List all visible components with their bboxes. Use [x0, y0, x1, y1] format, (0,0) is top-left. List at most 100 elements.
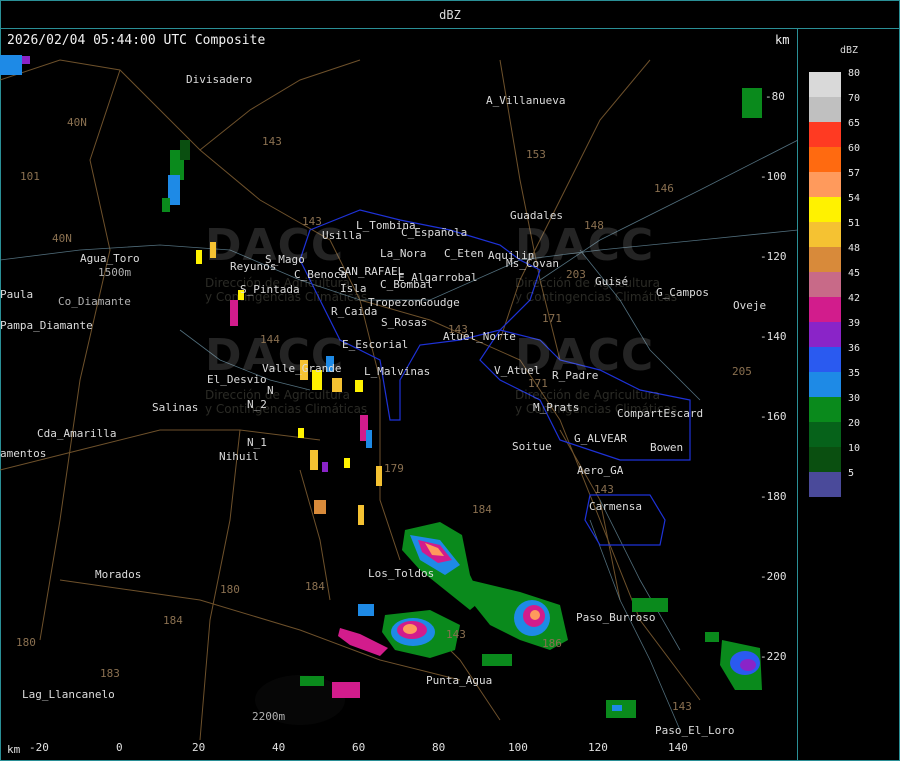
- place-label: Paso_El_Loro: [655, 724, 735, 737]
- place-label: Co_Diamante: [58, 295, 131, 308]
- place-label: N_2: [247, 398, 267, 411]
- route-number: 143: [594, 483, 614, 496]
- place-label: Guadales: [510, 209, 563, 222]
- y-tick-label: -200: [760, 570, 787, 583]
- x-tick-label: 80: [432, 741, 446, 754]
- legend-value-label: 60: [848, 143, 861, 154]
- legend-value-label: 80: [848, 68, 861, 79]
- y-tick-label: -180: [760, 490, 787, 503]
- route-number: 143: [672, 700, 692, 713]
- x-tick-label: 100: [508, 741, 528, 754]
- legend-value-label: 10: [848, 443, 861, 454]
- legend-swatch: [809, 272, 841, 297]
- echo-cell-top-right: [742, 88, 762, 118]
- place-label: E_Escorial: [342, 338, 409, 351]
- y-tick-label: -220: [760, 650, 787, 663]
- route-number: 183: [100, 667, 120, 680]
- y-tick-label: -100: [760, 170, 787, 183]
- echo-cell-storm-3: [338, 604, 460, 658]
- legend-swatch: [809, 447, 841, 472]
- place-label: Ms_Covan: [506, 257, 559, 270]
- place-label: Goudge: [420, 296, 460, 309]
- route-number: 40N: [67, 116, 87, 129]
- legend-swatch: [809, 172, 841, 197]
- place-label: G_Campos: [656, 286, 709, 299]
- legend-value-label: 65: [848, 118, 861, 129]
- route-number: 171: [528, 377, 548, 390]
- title-text: dBZ: [439, 8, 461, 22]
- place-label: Bowen: [650, 441, 684, 454]
- x-tick-label: 0: [116, 741, 123, 754]
- place-label: 1500m: [98, 266, 132, 279]
- x-tick-label: 20: [192, 741, 206, 754]
- legend-value-label: 51: [848, 218, 861, 229]
- y-tick-label: -140: [760, 330, 787, 343]
- route-number: 143: [262, 135, 282, 148]
- legend-value-label: 57: [848, 168, 861, 179]
- x-tick-label: -20: [29, 741, 49, 754]
- route-number: 148: [584, 219, 604, 232]
- place-label: Lag_Llancanelo: [22, 688, 115, 701]
- place-label: L_Malvinas: [364, 365, 431, 378]
- legend-value-label: 30: [848, 393, 861, 404]
- route-number: 144: [260, 333, 280, 346]
- y-tick-label: -120: [760, 250, 787, 263]
- radar-echoes: [0, 55, 762, 718]
- echo-cell-east: [720, 640, 762, 690]
- place-label: Cda_Amarilla: [37, 427, 117, 440]
- place-label: Oveje: [733, 299, 767, 312]
- legend-value-label: 39: [848, 318, 861, 329]
- y-tick-label: -160: [760, 410, 787, 423]
- place-label: Carmensa: [589, 500, 642, 513]
- place-label: R_Caida: [331, 305, 378, 318]
- route-number: 101: [20, 170, 40, 183]
- legend-value-label: 70: [848, 93, 861, 104]
- x-unit-label: km: [7, 743, 21, 756]
- x-tick-label: 40: [272, 741, 286, 754]
- place-label: Nihuil: [219, 450, 259, 463]
- place-label: 2200m: [252, 710, 286, 723]
- place-label: La_Nora: [380, 247, 427, 260]
- legend-value-label: 42: [848, 293, 861, 304]
- place-label: Isla: [340, 282, 367, 295]
- legend-swatch: [809, 397, 841, 422]
- route-number: 146: [654, 182, 674, 195]
- legend-swatch: [809, 297, 841, 322]
- route-number: 171: [542, 312, 562, 325]
- legend-value-label: 35: [848, 368, 861, 379]
- route-number: 143: [446, 628, 466, 641]
- legend-swatch: [809, 197, 841, 222]
- place-label: Punta_Agua: [426, 674, 493, 687]
- place-label: Valle_Grande: [262, 362, 342, 375]
- legend-swatch: [809, 347, 841, 372]
- place-label: C_Bombal: [380, 278, 433, 291]
- place-label: N_1: [247, 436, 267, 449]
- route-number: 184: [305, 580, 325, 593]
- legend-swatch: [809, 472, 841, 497]
- place-label: Los_Toldos: [368, 567, 435, 580]
- route-number: 184: [472, 503, 492, 516]
- place-label: Guisé: [595, 275, 629, 288]
- place-label: C_Eten: [444, 247, 484, 260]
- route-number: 153: [526, 148, 546, 161]
- place-label: Morados: [95, 568, 142, 581]
- legend-value-label: 36: [848, 343, 861, 354]
- place-label: Usilla: [322, 229, 362, 242]
- place-label: A_Villanueva: [486, 94, 566, 107]
- legend-swatch: [809, 422, 841, 447]
- place-label: Salinas: [152, 401, 199, 414]
- window-title: dBZ: [0, 0, 900, 29]
- legend-swatch: [809, 247, 841, 272]
- place-label: S_Mago: [265, 253, 305, 266]
- place-label: S_Rosas: [381, 316, 428, 329]
- legend-swatch: [809, 222, 841, 247]
- route-number: 205: [732, 365, 752, 378]
- place-label: Pampa_Diamante: [0, 319, 93, 332]
- place-label: Aero_GA: [577, 464, 624, 477]
- route-number: 180: [220, 583, 240, 596]
- legend-swatch: [809, 72, 841, 97]
- place-label: G_ALVEAR: [574, 432, 627, 445]
- place-label: S_Pintada: [240, 283, 300, 296]
- place-label: amentos: [0, 447, 47, 460]
- route-number: 179: [384, 462, 404, 475]
